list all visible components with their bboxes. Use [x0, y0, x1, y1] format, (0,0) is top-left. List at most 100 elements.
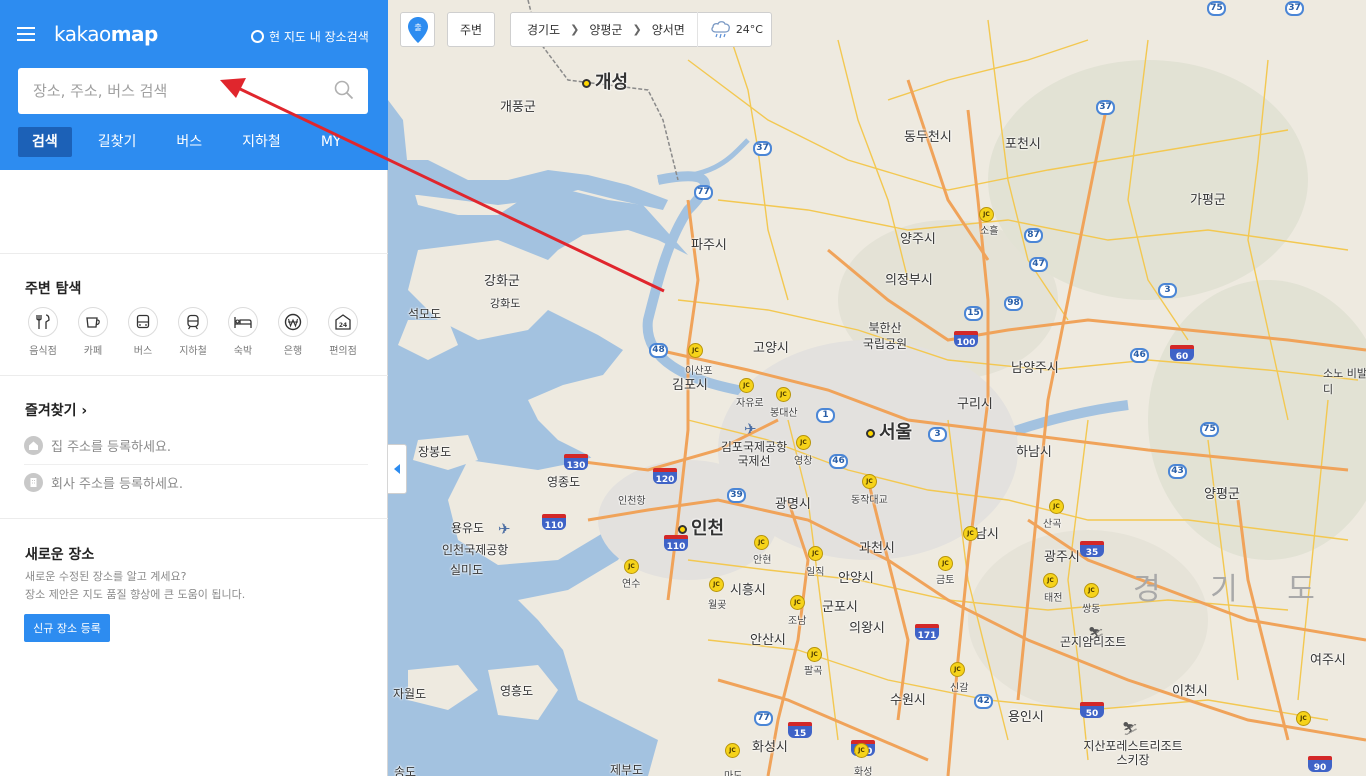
tab-my[interactable]: MY	[307, 127, 356, 157]
category-restaurant[interactable]: 음식점	[18, 307, 68, 357]
ski-resort-icon: ⛷	[1088, 627, 1105, 642]
map-label: 이산포	[685, 366, 713, 377]
map-label: 강화도	[490, 297, 521, 310]
map-label: 신갈	[950, 683, 969, 694]
favorites-title[interactable]: 즐겨찾기 ›	[25, 400, 87, 420]
highway-shield: 43	[1168, 464, 1187, 479]
category-lodging[interactable]: 숙박	[218, 307, 268, 357]
map-canvas[interactable]: 개성 개풍군 동두천시 포천시 파주시 가평군 양주시 의정부시 강화군 고양시…	[388, 0, 1366, 776]
map-label: 동두천시	[904, 130, 952, 145]
register-new-place-button[interactable]: 신규 장소 등록	[24, 614, 110, 642]
junction-marker: JC	[1084, 583, 1099, 598]
favorite-work[interactable]: 회사 주소를 등록하세요.	[24, 473, 183, 492]
divider	[0, 518, 388, 519]
junction-marker: JC	[725, 743, 740, 758]
map-label: 포천시	[1005, 137, 1041, 152]
map-label: 시흥시	[730, 583, 766, 598]
nearby-button[interactable]: 주변	[447, 12, 495, 47]
category-bus[interactable]: 버스	[118, 307, 168, 357]
map-label-gaeseong: 개성	[582, 68, 628, 94]
map-label: 장봉도	[418, 445, 452, 459]
map-label: 군포시	[822, 600, 858, 615]
collapse-sidebar-button[interactable]	[388, 444, 407, 494]
rain-cloud-icon	[711, 20, 730, 38]
map-label: 구리시	[957, 397, 993, 412]
category-bank[interactable]: 은행	[268, 307, 318, 357]
map-label: 여주시	[1310, 653, 1346, 668]
highway-shield: 77	[694, 185, 713, 200]
highway-shield: 3	[928, 427, 947, 442]
map-label: 인천항	[618, 496, 646, 507]
hamburger-menu-icon[interactable]	[17, 27, 35, 41]
weather-widget[interactable]: 24°C	[696, 12, 763, 47]
tab-search[interactable]: 검색	[18, 127, 72, 157]
caret-left-icon	[394, 464, 400, 474]
bed-icon	[234, 317, 252, 328]
map-label: 가평군	[1190, 193, 1226, 208]
search-box	[18, 68, 368, 114]
map-base	[388, 0, 1366, 776]
new-place-description: 장소 제안은 지도 품질 향상에 큰 도움이 됩니다.	[25, 588, 246, 601]
map-label: 과천시	[859, 541, 895, 556]
map-label: 송도	[394, 765, 417, 776]
highway-shield: 98	[1004, 296, 1023, 311]
junction-marker: JC	[807, 647, 822, 662]
map-label: 용유도	[451, 521, 485, 535]
my-location-button[interactable]: 출	[400, 12, 435, 47]
map-label: 산곡	[1043, 519, 1062, 530]
expressway-shield: 130	[564, 454, 588, 471]
highway-shield: 39	[727, 488, 746, 503]
bus-icon	[136, 314, 150, 329]
map-label: 팔곡	[804, 666, 823, 677]
svg-text:24: 24	[339, 322, 347, 329]
map-label: 안산시	[750, 633, 786, 648]
sidebar-header: kakaomap 현 지도 내 장소검색 검색 길찾기 버스 지하철 MY	[0, 0, 388, 170]
expressway-shield: 171	[915, 624, 939, 641]
tab-bus[interactable]: 버스	[162, 127, 216, 157]
building-icon	[24, 473, 43, 492]
breadcrumb-town[interactable]: 양서면	[652, 21, 685, 38]
coffee-cup-icon	[86, 317, 100, 328]
junction-marker: JC	[950, 662, 965, 677]
airport-icon: ✈	[744, 420, 757, 438]
favorite-home[interactable]: 집 주소를 등록하세요.	[24, 436, 171, 455]
search-input[interactable]	[18, 68, 328, 114]
map-label: 의왕시	[849, 621, 885, 636]
search-icon[interactable]	[334, 80, 354, 100]
kakao-map-logo[interactable]: kakaomap	[54, 22, 158, 46]
junction-marker: JC	[688, 343, 703, 358]
breadcrumb-province[interactable]: 경기도	[527, 21, 560, 38]
tab-directions[interactable]: 길찾기	[84, 127, 151, 157]
breadcrumb-county[interactable]: 양평군	[589, 21, 622, 38]
sidebar: kakaomap 현 지도 내 장소검색 검색 길찾기 버스 지하철 MY	[0, 0, 388, 776]
expressway-shield: 35	[1080, 541, 1104, 558]
map-label: 광명시	[775, 497, 811, 512]
map-label: 마도	[724, 767, 742, 776]
category-subway[interactable]: 지하철	[168, 307, 218, 357]
map-label: 광주시	[1044, 550, 1080, 565]
radio-icon	[251, 30, 264, 43]
tab-subway[interactable]: 지하철	[228, 127, 295, 157]
map-label-seoul: 서울	[866, 418, 912, 444]
junction-marker: JC	[979, 207, 994, 222]
region-breadcrumb: 경기도 ❯ 양평군 ❯ 양서면 24°C	[510, 12, 772, 47]
map-label: 조남	[788, 616, 807, 627]
category-convenience-store[interactable]: 24 편의점	[318, 307, 368, 357]
category-cafe[interactable]: 카페	[68, 307, 118, 357]
divider	[0, 375, 388, 376]
nearby-categories: 음식점 카페 버스 지하철 숙박 은행 24 편의점	[18, 307, 368, 357]
area-search-toggle[interactable]: 현 지도 내 장소검색	[251, 28, 369, 45]
junction-marker: JC	[790, 595, 805, 610]
junction-marker: JC	[862, 474, 877, 489]
chevron-right-icon: ❯	[570, 23, 580, 36]
home-icon	[24, 436, 43, 455]
store-24-icon: 24	[335, 314, 351, 330]
highway-shield: 42	[974, 694, 993, 709]
map-label: 지산포레스트리조트 스키장	[1083, 739, 1183, 767]
junction-marker: JC	[1296, 711, 1311, 726]
junction-marker: JC	[938, 556, 953, 571]
map-label: 금토	[936, 575, 955, 586]
expressway-shield: 120	[653, 468, 677, 485]
location-pin-icon: 출	[407, 16, 428, 43]
map-label: 일직	[806, 567, 825, 578]
